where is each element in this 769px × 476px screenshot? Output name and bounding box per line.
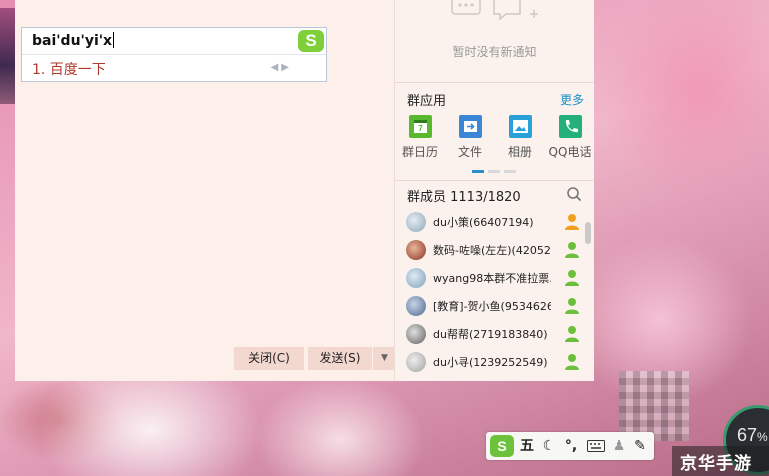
moon-icon[interactable]: ☾ bbox=[540, 435, 558, 457]
close-button[interactable]: 关闭(C) bbox=[234, 347, 304, 370]
member-user-icon bbox=[565, 298, 579, 314]
phone-icon bbox=[558, 115, 582, 138]
sogou-logo-icon: S bbox=[298, 30, 324, 52]
sogou-status-logo-icon[interactable]: S bbox=[490, 435, 514, 457]
member-name: wyang98本群不准拉票… bbox=[433, 272, 551, 285]
svg-text:7: 7 bbox=[418, 124, 423, 133]
avatar bbox=[406, 240, 426, 260]
send-options-dropdown[interactable]: ▼ bbox=[373, 347, 396, 370]
more-link[interactable]: 更多 bbox=[560, 91, 584, 108]
app-qq-call[interactable]: QQ电话 bbox=[546, 115, 594, 160]
empty-notification-text: 暂时没有新通知 bbox=[452, 45, 537, 59]
page-dot[interactable] bbox=[488, 170, 500, 173]
member-user-icon bbox=[565, 270, 579, 286]
group-apps-row: 7 群日历 文件 相册 QQ电话 bbox=[395, 115, 594, 165]
ime-divider bbox=[22, 54, 326, 55]
avatar bbox=[406, 352, 426, 372]
ime-composition-text: bai'du'yi'x bbox=[32, 33, 113, 49]
section-divider bbox=[395, 180, 594, 181]
keyboard-icon[interactable] bbox=[585, 435, 607, 457]
member-user-icon bbox=[565, 354, 579, 370]
user-icon[interactable]: ♟ bbox=[610, 435, 628, 457]
app-label: QQ电话 bbox=[548, 145, 592, 159]
app-label: 群日历 bbox=[401, 145, 438, 159]
chat-avatar-strip bbox=[0, 8, 15, 104]
member-row[interactable]: [教育]-贺小鱼(95346267… bbox=[395, 292, 584, 320]
search-icon[interactable] bbox=[566, 186, 582, 202]
app-file[interactable]: 文件 bbox=[446, 115, 494, 160]
ime-candidate-1[interactable]: 1. 百度一下 bbox=[32, 59, 106, 79]
group-sidebar: 暂时没有新通知 群应用 更多 7 群日历 文件 相册 QQ电话 群成员 1113… bbox=[394, 0, 594, 381]
site-watermark: 京华手游 bbox=[672, 446, 769, 476]
avatar bbox=[406, 268, 426, 288]
wrench-icon[interactable]: ✎ bbox=[631, 435, 649, 457]
group-apps-title: 群应用 bbox=[407, 94, 447, 109]
member-user-icon bbox=[565, 242, 579, 258]
photo-album-icon bbox=[508, 115, 532, 138]
member-list[interactable]: du小策(66407194) 数码-咗噪(左左)(42052… wyang98本… bbox=[395, 208, 584, 381]
section-divider bbox=[395, 82, 594, 83]
page-next-icon[interactable]: ▶ bbox=[281, 62, 292, 73]
ime-candidate-window[interactable]: bai'du'yi'x 1. 百度一下 ◀▶ S bbox=[21, 27, 327, 82]
avatar bbox=[406, 324, 426, 344]
member-user-icon bbox=[565, 326, 579, 342]
gauge-value: 67 bbox=[737, 425, 758, 445]
app-calendar[interactable]: 7 群日历 bbox=[396, 115, 444, 160]
app-album[interactable]: 相册 bbox=[496, 115, 544, 160]
avatar bbox=[406, 212, 426, 232]
watermark-text: 京华手游 bbox=[680, 454, 752, 474]
member-row[interactable]: du小策(66407194) bbox=[395, 208, 584, 236]
chevron-down-icon: ▼ bbox=[381, 353, 388, 363]
page-dot[interactable] bbox=[504, 170, 516, 173]
text-caret bbox=[113, 32, 115, 48]
member-name: [教育]-贺小鱼(95346267… bbox=[433, 300, 551, 313]
ime-status-bar[interactable]: S 五 ☾ °, ♟ ✎ bbox=[486, 432, 654, 460]
admin-user-icon bbox=[565, 214, 579, 230]
member-name: 数码-咗噪(左左)(42052… bbox=[433, 244, 551, 257]
mosaic-blur bbox=[619, 371, 689, 441]
avatar bbox=[406, 296, 426, 316]
input-mode-toggle[interactable]: 五 bbox=[518, 435, 536, 457]
notification-bubbles-icon bbox=[451, 0, 538, 21]
page-indicator[interactable] bbox=[472, 170, 516, 173]
member-list-scrollbar[interactable] bbox=[585, 222, 591, 244]
punctuation-icon[interactable]: °, bbox=[562, 435, 580, 457]
member-row[interactable]: du小寻(1239252549) bbox=[395, 348, 584, 376]
file-transfer-icon bbox=[458, 115, 482, 138]
member-row[interactable]: wyang98本群不准拉票… bbox=[395, 264, 584, 292]
gauge-unit: % bbox=[757, 430, 768, 444]
app-label: 相册 bbox=[507, 145, 532, 159]
page-prev-icon[interactable]: ◀ bbox=[271, 62, 282, 73]
member-name: du小寻(1239252549) bbox=[433, 356, 548, 369]
members-title: 群成员 1113/1820 bbox=[407, 190, 521, 205]
member-name: du小策(66407194) bbox=[433, 216, 534, 229]
member-name: du帮帮(2719183840) bbox=[433, 328, 548, 341]
ime-page-arrows[interactable]: ◀▶ bbox=[271, 62, 292, 73]
send-button[interactable]: 发送(S) bbox=[308, 347, 372, 370]
app-label: 文件 bbox=[457, 145, 482, 159]
member-row[interactable]: 数码-咗噪(左左)(42052… bbox=[395, 236, 584, 264]
member-row[interactable]: du帮帮(2719183840) bbox=[395, 320, 584, 348]
page-dot-active[interactable] bbox=[472, 170, 484, 173]
calendar-icon: 7 bbox=[408, 115, 432, 138]
